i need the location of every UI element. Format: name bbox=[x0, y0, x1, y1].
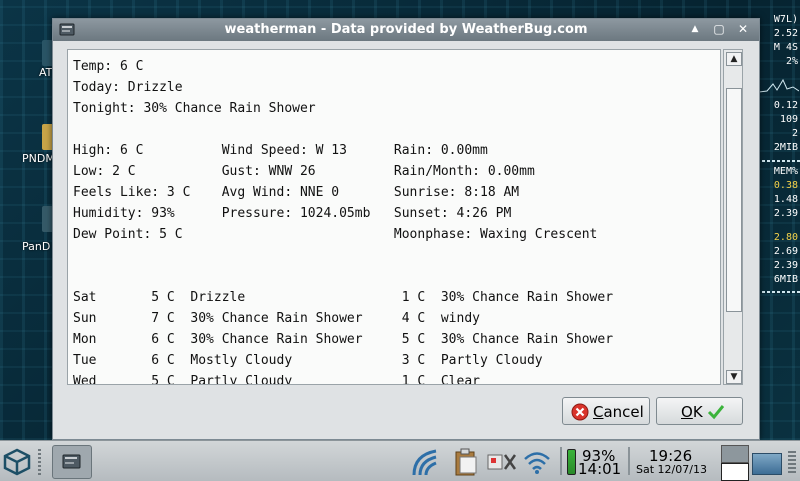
ok-button[interactable]: OK bbox=[656, 397, 743, 425]
workspace-pager[interactable] bbox=[720, 445, 749, 481]
weather-line: Sat 5 C Drizzle 1 C 30% Chance Rain Show… bbox=[73, 290, 614, 305]
window-title: weatherman - Data provided by WeatherBug… bbox=[224, 22, 588, 37]
weather-line: Tonight: 30% Chance Rain Shower bbox=[73, 101, 316, 116]
weather-report: Temp: 6 C Today: Drizzle Tonight: 30% Chan… bbox=[68, 50, 720, 385]
weather-line bbox=[73, 266, 720, 287]
monitor-line: 2MIB bbox=[773, 142, 798, 153]
weather-line: Humidity: 93% Pressure: 1024.05mb Sunset… bbox=[73, 206, 512, 221]
monitor-line: 109 bbox=[779, 114, 798, 125]
weather-line: Mon 6 C 30% Chance Rain Shower 5 C 30% C… bbox=[73, 332, 614, 347]
weather-line: Feels Like: 3 C Avg Wind: NNE 0 Sunrise:… bbox=[73, 185, 520, 200]
monitor-divider bbox=[757, 160, 800, 162]
shade-button[interactable]: ▲ bbox=[687, 22, 703, 37]
ok-label: OK bbox=[681, 403, 703, 421]
weather-text-area[interactable]: Temp: 6 C Today: Drizzle Tonight: 30% Chan… bbox=[67, 49, 721, 385]
monitor-line: 2.69 bbox=[773, 246, 798, 257]
desktop-label-3[interactable]: PanD bbox=[22, 240, 50, 253]
signal-icon[interactable] bbox=[410, 447, 440, 477]
weather-line: Tue 6 C Mostly Cloudy 3 C Partly Cloudy bbox=[73, 353, 543, 368]
weather-line: Dew Point: 5 C Moonphase: Waxing Crescen… bbox=[73, 227, 598, 242]
battery-icon bbox=[567, 449, 576, 475]
system-monitor: W7L) 2.52 M 4S 2% 0.12 109 2 2MIB MEM% 0… bbox=[757, 14, 800, 314]
title-bar[interactable]: weatherman - Data provided by WeatherBug… bbox=[53, 19, 759, 41]
maximize-button[interactable]: ▢ bbox=[711, 22, 727, 37]
vertical-scrollbar[interactable]: ▲ ▼ bbox=[723, 49, 743, 385]
battery-time[interactable]: 14:01 bbox=[578, 460, 621, 478]
book-icon bbox=[62, 454, 81, 469]
tray-separator bbox=[560, 447, 562, 475]
taskbar-grip bbox=[788, 449, 796, 473]
monitor-line: MEM% bbox=[773, 166, 798, 177]
monitor-line: 1.48 bbox=[773, 194, 798, 205]
weather-line: Low: 2 C Gust: WNW 26 Rain/Month: 0.00mm bbox=[73, 164, 535, 179]
monitor-line: 2.52 bbox=[773, 28, 798, 39]
monitor-line: 0.12 bbox=[773, 100, 798, 111]
weather-line: High: 6 C Wind Speed: W 13 Rain: 0.00mm bbox=[73, 143, 488, 158]
cancel-label: Cancel bbox=[593, 403, 644, 421]
monitor-line: M 4S bbox=[773, 42, 798, 53]
taskbar: 93% 14:01 19:26 Sat 12/07/13 bbox=[0, 440, 800, 481]
weather-line bbox=[73, 119, 720, 140]
monitor-line: 6MIB bbox=[773, 274, 798, 285]
monitor-divider bbox=[757, 291, 800, 293]
monitor-line: 2.80 bbox=[773, 232, 798, 243]
scroll-up-arrow-icon[interactable]: ▲ bbox=[726, 52, 742, 66]
weather-line bbox=[73, 245, 720, 266]
weather-line: Sun 7 C 30% Chance Rain Shower 4 C windy bbox=[73, 311, 480, 326]
clipboard-icon[interactable] bbox=[452, 447, 480, 477]
monitor-line: W7L) bbox=[773, 14, 798, 25]
wifi-icon[interactable] bbox=[522, 449, 552, 475]
monitor-line: 2% bbox=[785, 56, 798, 67]
desktop-label-1[interactable]: AT bbox=[39, 66, 52, 79]
monitor-line: 2.39 bbox=[773, 208, 798, 219]
tray-separator bbox=[628, 447, 630, 475]
scrollbar-thumb[interactable] bbox=[726, 88, 742, 312]
cpu-graph bbox=[759, 78, 799, 93]
desktop-label-2[interactable]: PNDM bbox=[22, 152, 55, 165]
weatherman-window: weatherman - Data provided by WeatherBug… bbox=[52, 18, 760, 440]
cancel-button[interactable]: Cancel bbox=[562, 397, 650, 425]
monitor-line: 0.38 bbox=[773, 180, 798, 191]
task-button-weatherman[interactable] bbox=[52, 445, 92, 479]
workspace-2[interactable] bbox=[721, 463, 749, 481]
checkmark-icon bbox=[707, 405, 725, 420]
weather-line: Wed 5 C Partly Cloudy 1 C Clear bbox=[73, 374, 480, 385]
show-desktop-button[interactable] bbox=[752, 453, 782, 475]
close-button[interactable]: ✕ bbox=[735, 22, 751, 37]
clock-date[interactable]: Sat 12/07/13 bbox=[636, 463, 707, 476]
usb-disconnect-icon[interactable] bbox=[486, 449, 518, 475]
taskbar-grip bbox=[38, 447, 41, 475]
cancel-icon bbox=[571, 403, 589, 421]
monitor-line: 2.39 bbox=[773, 260, 798, 271]
weather-line: Temp: 6 C bbox=[73, 59, 144, 74]
monitor-line: 2 bbox=[791, 128, 798, 139]
weather-line: Today: Drizzle bbox=[73, 80, 183, 95]
workspace-1[interactable] bbox=[721, 445, 749, 463]
scroll-down-arrow-icon[interactable]: ▼ bbox=[726, 370, 742, 384]
menu-cube-icon[interactable] bbox=[2, 447, 32, 477]
